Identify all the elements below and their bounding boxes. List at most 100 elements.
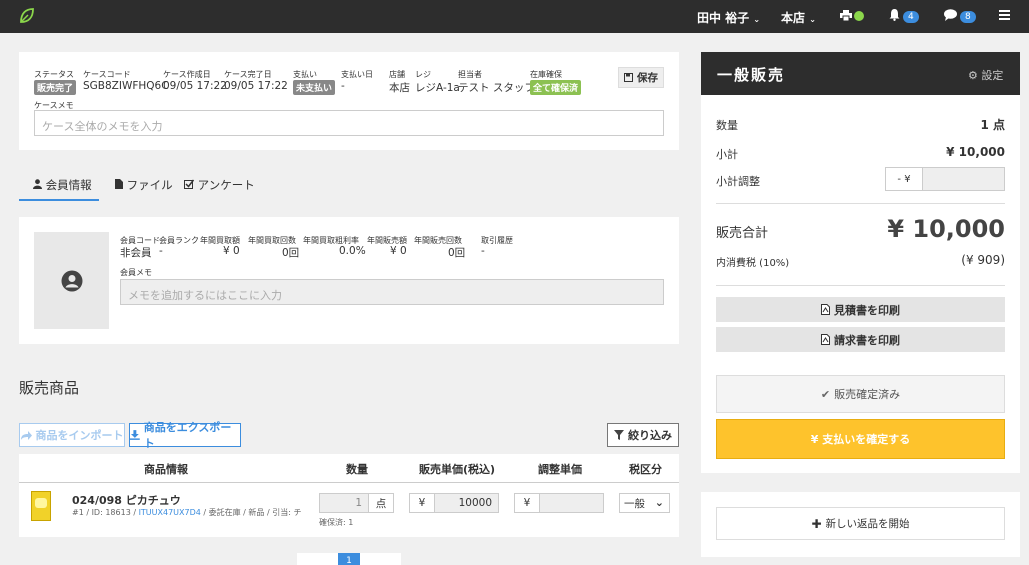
- notification-count-badge: 4: [903, 11, 919, 23]
- user-circle-icon: [61, 270, 82, 291]
- subtotal-adjust-label: 小計調整: [716, 175, 760, 188]
- member-rank-label: 会員ランク: [159, 236, 199, 245]
- status-label: ステータス: [34, 70, 74, 79]
- top-bar: 田中 裕子 ⌄ 本店 ⌄ 4 8: [0, 0, 1029, 33]
- settings-button[interactable]: ⚙ 設定: [968, 67, 1003, 83]
- chevron-down-icon: ⌄: [654, 496, 664, 509]
- sale-price-input[interactable]: 10000: [434, 493, 499, 513]
- bell-icon: [889, 9, 900, 21]
- filter-icon: [614, 430, 624, 440]
- page-current[interactable]: 1: [338, 553, 360, 565]
- store-menu[interactable]: 本店 ⌄: [781, 9, 816, 26]
- file-icon: [115, 179, 123, 189]
- sale-price-value: 10000: [458, 497, 492, 509]
- avatar: [34, 232, 109, 329]
- status-dot-icon: [854, 11, 864, 21]
- confirm-payment-label: ¥ 支払いを確定する: [810, 433, 911, 446]
- printer-status[interactable]: [840, 9, 864, 23]
- gear-icon: ⚙: [968, 69, 978, 82]
- adjusted-price-currency: ¥: [514, 493, 540, 513]
- register-label: レジ: [415, 70, 431, 79]
- plus-icon: ✚: [811, 516, 822, 531]
- header-sale-price: 販売単価(税込): [419, 463, 496, 476]
- subtotal-label: 小計: [716, 148, 738, 161]
- status-value: 販売完了: [34, 80, 77, 95]
- tax-category-value: 一般: [624, 497, 645, 510]
- case-memo-input[interactable]: ケース全体のメモを入力: [34, 110, 664, 136]
- chat-icon: [944, 9, 957, 21]
- buy-count-value: 0回: [282, 247, 300, 259]
- adjusted-price-input[interactable]: [539, 493, 604, 513]
- subtotal-adjust-input[interactable]: [922, 167, 1005, 191]
- created-value: 09/05 17:22: [163, 80, 227, 92]
- tab-survey[interactable]: アンケート: [184, 177, 255, 193]
- notifications-button[interactable]: 4: [889, 9, 919, 23]
- product-code-link[interactable]: ITUUX47UX7D4: [139, 508, 201, 517]
- user-menu[interactable]: 田中 裕子 ⌄: [697, 9, 760, 26]
- user-icon: [33, 179, 42, 189]
- tab-member-info[interactable]: 会員情報: [33, 177, 92, 193]
- reserved-count: 確保済: 1: [319, 518, 354, 527]
- quantity-value: 1: [355, 497, 362, 509]
- save-button[interactable]: 保存: [618, 67, 664, 88]
- sale-qty-label: 数量: [716, 119, 738, 132]
- print-estimate-button[interactable]: 見積書を印刷: [716, 297, 1005, 322]
- subtotal-adjust-prefix: - ¥: [885, 167, 923, 191]
- print-invoice-button[interactable]: 請求書を印刷: [716, 327, 1005, 352]
- tab-member-info-label: 会員情報: [45, 178, 92, 192]
- download-icon: [130, 430, 140, 440]
- tax-included-value: (¥ 909): [961, 253, 1005, 267]
- completed-label: ケース完了日: [224, 70, 272, 79]
- share-arrow-icon: [20, 430, 32, 440]
- stock-value: 全て確保済: [530, 80, 582, 95]
- sale-confirmed-button[interactable]: ✔ 販売確定済み: [716, 375, 1005, 413]
- created-label: ケース作成日: [163, 70, 211, 79]
- header-product-info: 商品情報: [144, 463, 188, 476]
- pdf-file-icon: [821, 304, 830, 315]
- tax-category-select[interactable]: 一般 ⌄: [619, 493, 670, 513]
- chevron-down-icon: ⌄: [753, 15, 761, 24]
- print-invoice-label: 請求書を印刷: [834, 333, 900, 347]
- hamburger-menu-icon[interactable]: [999, 9, 1010, 23]
- confirm-payment-button[interactable]: ¥ 支払いを確定する: [716, 419, 1005, 459]
- checkbox-icon: [184, 179, 195, 189]
- print-estimate-label: 見積書を印刷: [834, 303, 900, 317]
- quantity-input[interactable]: 1: [319, 493, 369, 513]
- store-name: 本店: [781, 11, 806, 25]
- register-value: レジA-1a: [415, 82, 460, 94]
- start-return-button[interactable]: ✚ 新しい返品を開始: [716, 507, 1005, 540]
- product-thumbnail[interactable]: [31, 491, 51, 521]
- filter-button[interactable]: 絞り込み: [607, 423, 679, 447]
- export-products-button[interactable]: 商品をエクスポート: [129, 421, 241, 450]
- member-memo-placeholder: メモを追加するにはここに入力: [128, 289, 282, 302]
- paydate-label: 支払い日: [341, 70, 373, 79]
- stock-badge: 全て確保済: [530, 80, 582, 95]
- import-products-label: 商品をインポート: [35, 429, 124, 442]
- member-memo-input[interactable]: メモを追加するにはここに入力: [120, 279, 664, 305]
- export-products-label: 商品をエクスポート: [143, 421, 232, 450]
- case-memo-placeholder: ケース全体のメモを入力: [42, 120, 163, 133]
- status-badge: 販売完了: [34, 80, 77, 95]
- sale-total-value: ¥ 10,000: [887, 215, 1005, 243]
- product-meta-details: / 委託在庫 / 新品 / 引当: チ...: [200, 508, 302, 517]
- sale-total-label: 販売合計: [716, 226, 769, 241]
- member-code-value: 非会員: [120, 247, 152, 259]
- history-label: 取引履歴: [481, 236, 513, 245]
- subtotal-value: ¥ 10,000: [946, 145, 1005, 159]
- messages-button[interactable]: 8: [944, 9, 976, 23]
- history-value: -: [481, 245, 485, 257]
- stock-label: 在庫確保: [530, 70, 562, 79]
- sale-confirmed-label: 販売確定済み: [834, 388, 901, 401]
- tab-files[interactable]: ファイル: [115, 177, 173, 193]
- payment-label: 支払い: [293, 70, 317, 79]
- import-products-button[interactable]: 商品をインポート: [19, 423, 125, 447]
- product-name[interactable]: 024/098 ピカチュウ: [72, 492, 181, 508]
- header-tax-category: 税区分: [629, 463, 662, 476]
- leaf-logo-icon[interactable]: [18, 7, 36, 25]
- filter-label: 絞り込み: [628, 429, 672, 442]
- paydate-value: -: [341, 80, 345, 92]
- buy-amount-value: ¥ 0: [223, 245, 240, 257]
- adjust-prefix-text: - ¥: [897, 173, 911, 185]
- printer-icon: [840, 10, 852, 22]
- save-label: 保存: [637, 72, 658, 84]
